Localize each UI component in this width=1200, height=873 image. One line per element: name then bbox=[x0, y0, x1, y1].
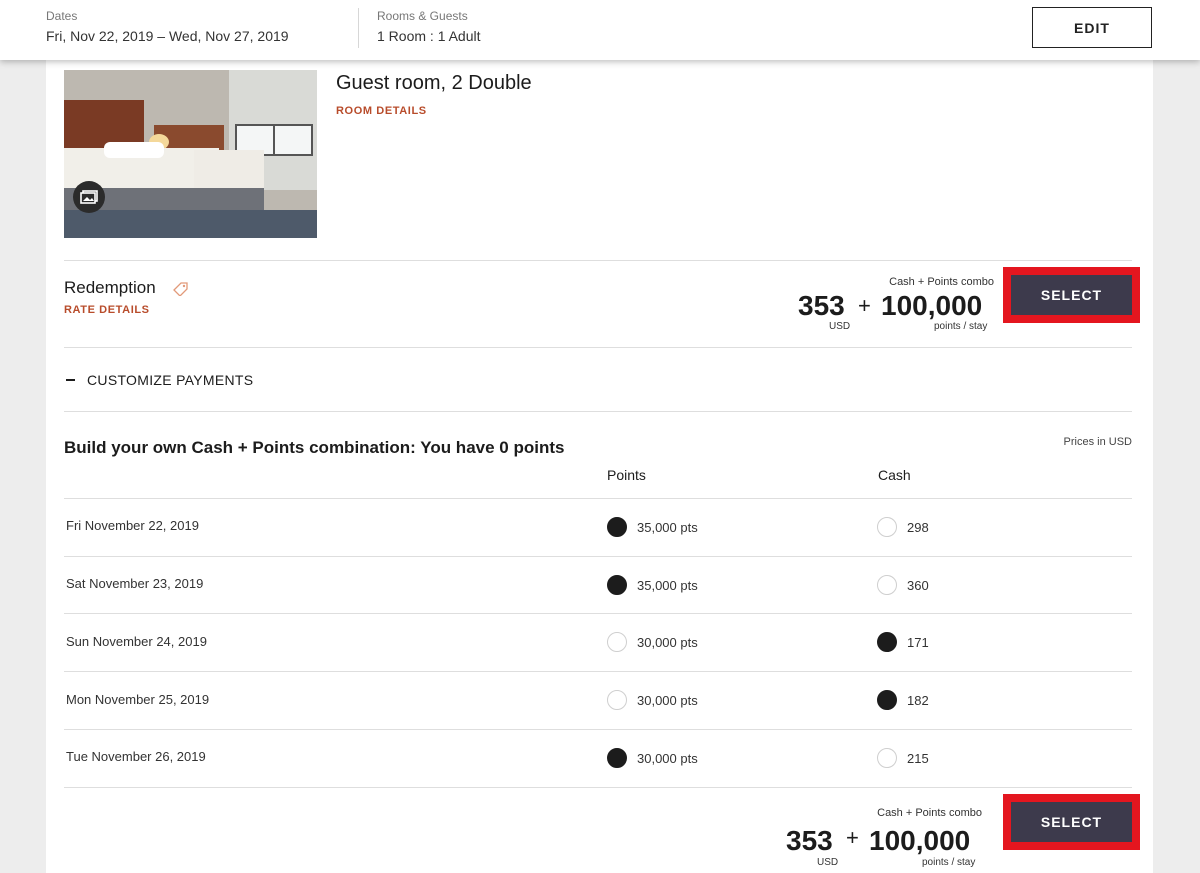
select-highlight: SELECT bbox=[1003, 794, 1140, 850]
night-date: Sat November 23, 2019 bbox=[66, 576, 204, 591]
price-points: 100,000 bbox=[881, 290, 983, 321]
price-plus: + bbox=[858, 293, 871, 318]
divider bbox=[64, 671, 1132, 672]
points-unit: points / stay bbox=[934, 321, 988, 332]
room-title: Guest room, 2 Double bbox=[336, 72, 532, 94]
customize-payments-toggle[interactable]: CUSTOMIZE PAYMENTS bbox=[66, 372, 253, 388]
total-points-unit: points / stay bbox=[922, 857, 976, 868]
dates-value: Fri, Nov 22, 2019 – Wed, Nov 27, 2019 bbox=[46, 28, 289, 44]
points-option-value: 30,000 pts bbox=[637, 693, 698, 708]
points-option-value: 35,000 pts bbox=[637, 520, 698, 535]
points-radio[interactable] bbox=[607, 575, 627, 595]
combo-label: Cash + Points combo bbox=[889, 276, 994, 288]
cash-column-header: Cash bbox=[878, 467, 911, 483]
rooms-guests-label: Rooms & Guests bbox=[377, 9, 468, 23]
cash-radio[interactable] bbox=[877, 632, 897, 652]
prices-in-note: Prices in USD bbox=[1063, 436, 1132, 448]
total-combo-label: Cash + Points combo bbox=[877, 807, 982, 819]
collapse-icon bbox=[66, 379, 75, 381]
points-radio[interactable] bbox=[607, 748, 627, 768]
cash-option-value: 182 bbox=[907, 693, 929, 708]
total-cash-unit: USD bbox=[817, 857, 839, 868]
customize-payments-label: CUSTOMIZE PAYMENTS bbox=[87, 372, 254, 388]
divider bbox=[64, 260, 1132, 261]
gallery-icon[interactable] bbox=[73, 181, 105, 213]
search-summary-bar: Dates Fri, Nov 22, 2019 – Wed, Nov 27, 2… bbox=[0, 0, 1200, 60]
select-button[interactable]: SELECT bbox=[1011, 275, 1132, 315]
night-date: Tue November 26, 2019 bbox=[66, 749, 206, 764]
points-radio[interactable] bbox=[607, 632, 627, 652]
total-price-cash: 353 bbox=[786, 825, 833, 856]
total-price-plus: + bbox=[846, 825, 859, 850]
points-option-value: 30,000 pts bbox=[637, 751, 698, 766]
cash-radio[interactable] bbox=[877, 748, 897, 768]
rate-title: Redemption bbox=[64, 278, 156, 297]
points-radio[interactable] bbox=[607, 690, 627, 710]
divider bbox=[64, 411, 1132, 412]
rooms-guests-value: 1 Room : 1 Adult bbox=[377, 28, 481, 44]
divider bbox=[64, 498, 1132, 499]
divider bbox=[64, 729, 1132, 730]
room-photo-illustration bbox=[64, 70, 317, 238]
divider bbox=[64, 613, 1132, 614]
divider bbox=[64, 787, 1132, 788]
select-highlight: SELECT bbox=[1003, 267, 1140, 323]
cash-option-value: 171 bbox=[907, 635, 929, 650]
price-cash: 353 bbox=[798, 290, 845, 321]
night-date: Mon November 25, 2019 bbox=[66, 692, 210, 707]
edit-button[interactable]: EDIT bbox=[1032, 7, 1152, 48]
select-button-bottom[interactable]: SELECT bbox=[1011, 802, 1132, 842]
cash-unit: USD bbox=[829, 321, 851, 332]
builder-title: Build your own Cash + Points combination… bbox=[64, 438, 565, 457]
cash-option-value: 215 bbox=[907, 751, 929, 766]
divider bbox=[64, 347, 1132, 348]
dates-label: Dates bbox=[46, 9, 78, 23]
tag-icon[interactable] bbox=[173, 282, 189, 301]
points-radio[interactable] bbox=[607, 517, 627, 537]
points-option-value: 30,000 pts bbox=[637, 635, 698, 650]
room-photo[interactable] bbox=[64, 70, 317, 238]
divider bbox=[64, 556, 1132, 557]
header-divider bbox=[358, 8, 359, 48]
night-date: Sun November 24, 2019 bbox=[66, 634, 207, 649]
total-price-points: 100,000 bbox=[869, 825, 971, 856]
rate-details-link[interactable]: RATE DETAILS bbox=[64, 304, 150, 316]
cash-option-value: 298 bbox=[907, 520, 929, 535]
room-details-link[interactable]: ROOM DETAILS bbox=[336, 105, 427, 117]
cash-option-value: 360 bbox=[907, 578, 929, 593]
points-option-value: 35,000 pts bbox=[637, 578, 698, 593]
cash-radio[interactable] bbox=[877, 517, 897, 537]
cash-radio[interactable] bbox=[877, 690, 897, 710]
night-date: Fri November 22, 2019 bbox=[66, 518, 199, 533]
points-column-header: Points bbox=[607, 467, 646, 483]
cash-radio[interactable] bbox=[877, 575, 897, 595]
room-rate-card: Guest room, 2 Double ROOM DETAILS Redemp… bbox=[46, 60, 1153, 873]
